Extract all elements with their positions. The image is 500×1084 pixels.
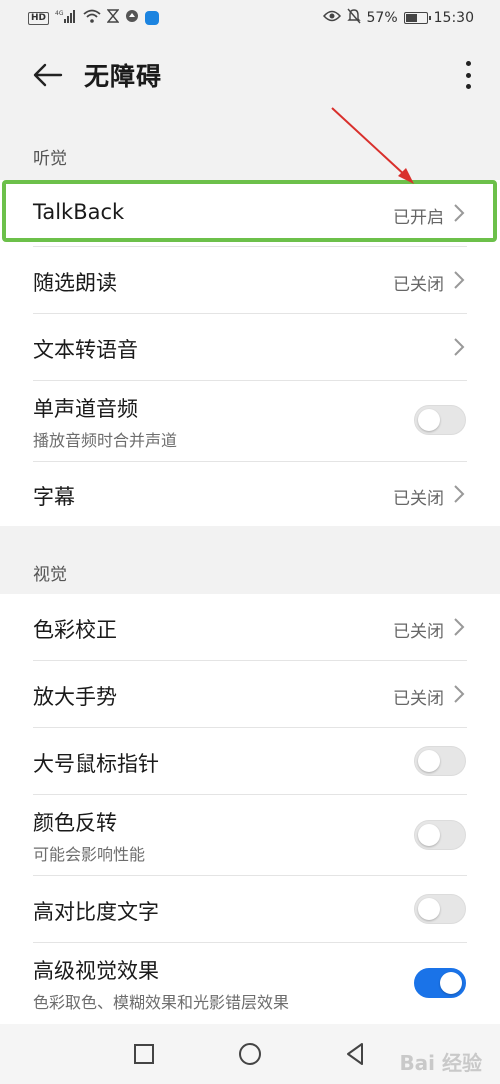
navigation-bar: Bai 经验	[0, 1024, 500, 1084]
dot-icon	[465, 61, 471, 66]
item-title: 文本转语音	[33, 338, 138, 362]
item-title: 高对比度文字	[33, 900, 159, 924]
list-item-advanced-visual-effects[interactable]: 高级视觉效果 色彩取色、模糊效果和光影错层效果	[0, 943, 500, 1024]
list-item-mono-audio[interactable]: 单声道音频 播放音频时合并声道	[0, 381, 500, 461]
hourglass-icon	[106, 9, 120, 27]
section-label-hearing: 听觉	[33, 149, 67, 169]
item-title: 大号鼠标指针	[33, 752, 159, 776]
item-subtitle: 可能会影响性能	[33, 845, 146, 864]
chevron-right-icon	[454, 271, 465, 289]
item-status: 已关闭	[393, 689, 444, 709]
home-button[interactable]	[236, 1040, 264, 1068]
vision-card: 色彩校正 已关闭 放大手势 已关闭 大号鼠标指针 颜色反转 可能会影响性能 高对…	[0, 594, 500, 1024]
back-nav-button[interactable]	[342, 1040, 370, 1068]
item-title: 高级视觉效果	[33, 959, 159, 983]
high-contrast-toggle[interactable]	[414, 894, 466, 924]
watermark: Bai 经验	[399, 1051, 482, 1075]
item-title: 字幕	[33, 485, 75, 509]
battery-percent: 57%	[366, 10, 398, 26]
signal-icon: 4G	[55, 9, 77, 27]
item-status: 已关闭	[393, 489, 444, 509]
large-pointer-toggle[interactable]	[414, 746, 466, 776]
chevron-right-icon	[454, 338, 465, 356]
status-bar: HD 4G 57% 15:30	[0, 0, 500, 36]
chevron-right-icon	[454, 485, 465, 503]
item-subtitle: 色彩取色、模糊效果和光影错层效果	[33, 993, 290, 1012]
mute-icon	[346, 8, 361, 28]
toggle-knob	[418, 898, 440, 920]
list-item-magnification-gestures[interactable]: 放大手势 已关闭	[0, 661, 500, 727]
item-title: 颜色反转	[33, 811, 117, 835]
list-item-high-contrast-text[interactable]: 高对比度文字	[0, 876, 500, 942]
svg-text:4G: 4G	[55, 10, 64, 17]
item-status: 已关闭	[393, 275, 444, 295]
hd-icon: HD	[28, 11, 50, 25]
battery-icon	[403, 12, 431, 24]
app-bar: 无障碍	[0, 36, 500, 114]
item-title: 放大手势	[33, 685, 117, 709]
mono-audio-toggle[interactable]	[414, 405, 466, 435]
list-item-captions[interactable]: 字幕 已关闭	[0, 462, 500, 526]
dot-icon	[465, 84, 471, 89]
item-title: 随选朗读	[33, 271, 117, 295]
highlight-box	[2, 180, 497, 242]
more-options-button[interactable]	[462, 58, 474, 92]
toggle-knob	[440, 972, 462, 994]
page-title: 无障碍	[84, 62, 163, 91]
chevron-right-icon	[454, 618, 465, 636]
section-label-vision: 视觉	[33, 565, 67, 585]
chevron-right-icon	[454, 685, 465, 703]
dot-icon	[465, 72, 471, 78]
advanced-visual-toggle[interactable]	[414, 968, 466, 998]
app-icon-2	[145, 11, 160, 25]
wifi-icon	[83, 9, 101, 27]
back-button[interactable]	[28, 55, 68, 95]
toggle-knob	[418, 824, 440, 846]
eye-icon	[322, 10, 341, 26]
list-item-select-to-speak[interactable]: 随选朗读 已关闭	[0, 247, 500, 313]
list-item-large-mouse-pointer[interactable]: 大号鼠标指针	[0, 728, 500, 794]
back-arrow-icon	[33, 63, 63, 87]
item-title: 单声道音频	[33, 397, 138, 421]
item-subtitle: 播放音频时合并声道	[33, 431, 178, 450]
list-item-color-inversion[interactable]: 颜色反转 可能会影响性能	[0, 795, 500, 875]
clock: 15:30	[433, 10, 474, 26]
color-inversion-toggle[interactable]	[414, 820, 466, 850]
app-icon	[125, 9, 139, 27]
item-status: 已关闭	[393, 622, 444, 642]
list-item-text-to-speech[interactable]: 文本转语音	[0, 314, 500, 380]
list-item-color-correction[interactable]: 色彩校正 已关闭	[0, 594, 500, 660]
toggle-knob	[418, 750, 440, 772]
recents-button[interactable]	[130, 1040, 158, 1068]
toggle-knob	[418, 409, 440, 431]
item-title: 色彩校正	[33, 618, 117, 642]
